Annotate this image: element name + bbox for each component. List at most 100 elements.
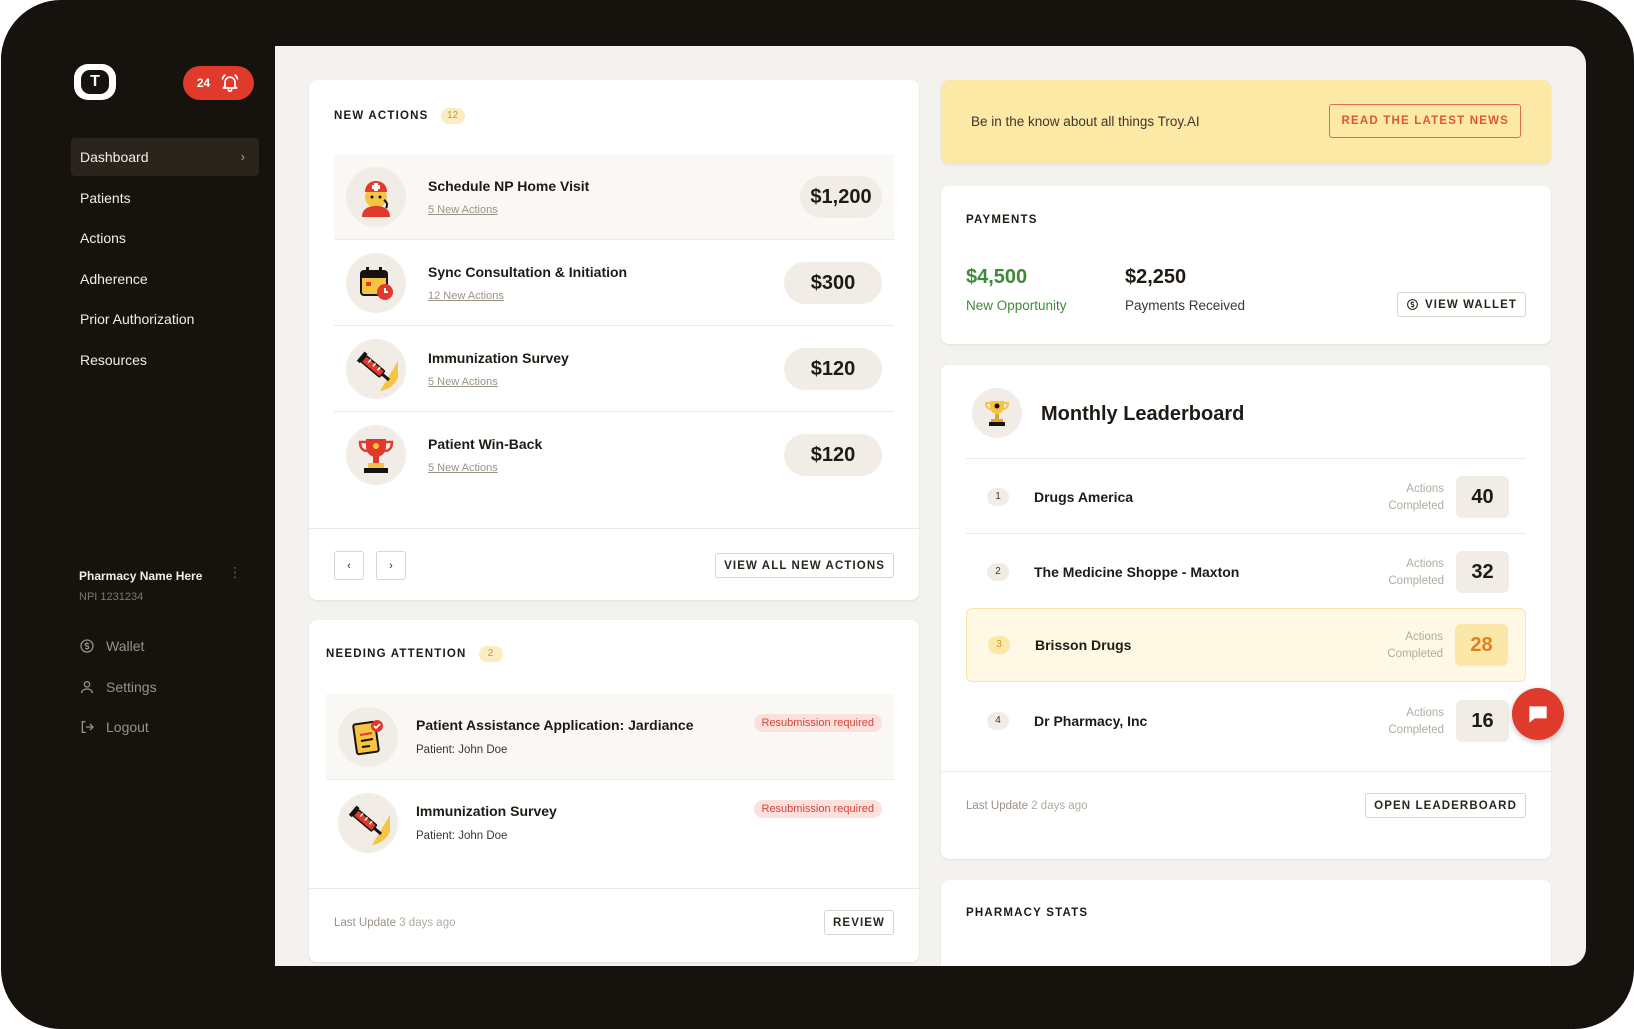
chat-icon (1529, 706, 1547, 723)
view-all-new-actions-button[interactable]: VIEW ALL NEW ACTIONS (715, 553, 894, 578)
action-count-link[interactable]: 5 New Actions (428, 376, 498, 388)
wallet-icon (80, 639, 94, 653)
leaderboard-row-highlighted[interactable]: 3 Brisson Drugs Actions Completed 28 (966, 608, 1526, 682)
leaderboard-row[interactable]: 1 Drugs America Actions Completed 40 (966, 458, 1526, 534)
score-badge: 32 (1456, 551, 1509, 593)
needing-attention-header: NEEDING ATTENTION 2 (326, 646, 503, 662)
last-update-label: Last Update (966, 800, 1029, 812)
actions-label: Actions (1405, 631, 1443, 643)
completed-label: Completed (1388, 575, 1444, 587)
chevron-right-icon: › (240, 149, 245, 164)
view-wallet-label: VIEW WALLET (1425, 298, 1517, 311)
read-latest-news-button[interactable]: READ THE LATEST NEWS (1329, 104, 1521, 138)
leaderboard-row[interactable]: 4 Dr Pharmacy, Inc Actions Completed 16 (966, 683, 1526, 759)
actions-label: Actions (1406, 558, 1444, 570)
pharmacy-name: Brisson Drugs (1035, 637, 1132, 653)
new-actions-footer: ‹ › VIEW ALL NEW ACTIONS (309, 528, 919, 600)
trophy-icon (972, 388, 1022, 438)
rank-badge: 4 (987, 712, 1009, 730)
price-pill: $120 (784, 348, 882, 390)
wallet-icon (1407, 299, 1418, 310)
nav-label: Resources (80, 351, 147, 368)
app-logo[interactable]: T (74, 64, 116, 100)
price-pill: $300 (784, 262, 882, 304)
section-title: NEEDING ATTENTION (326, 648, 467, 660)
open-leaderboard-button[interactable]: OPEN LEADERBOARD (1365, 793, 1526, 818)
document-check-icon (338, 707, 398, 767)
last-update: Last Update 2 days ago (966, 800, 1087, 812)
rank-badge: 2 (987, 563, 1009, 581)
attention-row[interactable]: Patient Assistance Application: Jardianc… (326, 694, 894, 780)
actions-completed-label: Actions Completed (1388, 556, 1444, 590)
calendar-clock-icon (346, 253, 406, 313)
attention-patient: Patient: John Doe (416, 830, 508, 842)
action-row[interactable]: Sync Consultation & Initiation 12 New Ac… (334, 240, 894, 326)
nav-item-adherence[interactable]: Adherence (71, 260, 259, 298)
payments-received-value: $2,250 (1125, 266, 1187, 288)
action-count-link[interactable]: 5 New Actions (428, 204, 498, 216)
pharmacy-info: Pharmacy Name Here NPI 1231234 ⋮ (79, 565, 249, 603)
review-button[interactable]: REVIEW (824, 910, 894, 935)
price-pill: $1,200 (800, 176, 882, 218)
actions-label: Actions (1406, 707, 1444, 719)
chat-button[interactable] (1512, 688, 1564, 740)
completed-label: Completed (1388, 724, 1444, 736)
pharmacy-name: Pharmacy Name Here (79, 569, 203, 583)
payments-card: PAYMENTS $4,500 New Opportunity $2,250 P… (941, 186, 1551, 344)
rank-badge: 3 (988, 636, 1010, 654)
pharmacy-stats-card: PHARMACY STATS (941, 880, 1551, 966)
nav-item-prior-authorization[interactable]: Prior Authorization (71, 300, 259, 338)
account-nav: Wallet Settings Logout (79, 626, 249, 748)
nav-label: Settings (106, 678, 157, 695)
pharmacy-npi: NPI 1231234 (79, 591, 144, 603)
syringe-icon (338, 793, 398, 853)
leaderboard-card: Monthly Leaderboard 1 Drugs America Acti… (941, 365, 1551, 859)
action-row[interactable]: Immunization Survey 5 New Actions $120 (334, 326, 894, 412)
notifications-count: 24 (196, 76, 211, 90)
payments-received-label: Payments Received (1125, 298, 1246, 313)
actions-completed-label: Actions Completed (1388, 705, 1444, 739)
syringe-icon (346, 339, 406, 399)
nav-item-resources[interactable]: Resources (71, 341, 259, 379)
action-count-link[interactable]: 12 New Actions (428, 290, 504, 302)
nav-item-wallet[interactable]: Wallet (79, 626, 249, 667)
attention-patient: Patient: John Doe (416, 744, 508, 756)
logo-letter: T (81, 70, 109, 94)
prev-page-button[interactable]: ‹ (334, 551, 364, 580)
action-count-link[interactable]: 5 New Actions (428, 462, 498, 474)
view-wallet-button[interactable]: VIEW WALLET (1397, 292, 1526, 317)
user-icon (81, 680, 93, 693)
action-row[interactable]: Patient Win-Back 5 New Actions $120 (334, 412, 894, 498)
completed-label: Completed (1387, 648, 1443, 660)
last-update-value: 2 days ago (1031, 800, 1088, 812)
more-vertical-icon[interactable]: ⋮ (228, 565, 242, 579)
count-badge: 12 (440, 108, 465, 124)
new-opportunity-label: New Opportunity (966, 298, 1067, 313)
needing-attention-footer: Last Update 3 days ago REVIEW (309, 888, 919, 962)
needing-attention-card: NEEDING ATTENTION 2 Patient Assistance A… (309, 620, 919, 962)
nav-item-dashboard[interactable]: Dashboard › (71, 138, 259, 176)
nav-label: Logout (106, 719, 149, 736)
last-update: Last Update 3 days ago (334, 917, 455, 929)
nav-item-patients[interactable]: Patients (71, 179, 259, 217)
nav-label: Dashboard (80, 149, 149, 165)
nav-item-logout[interactable]: Logout (79, 707, 249, 748)
status-badge: Resubmission required (753, 714, 882, 732)
actions-completed-label: Actions Completed (1387, 629, 1443, 663)
nav-label: Actions (80, 230, 126, 246)
section-title: NEW ACTIONS (334, 110, 429, 122)
nav-item-settings[interactable]: Settings (79, 667, 249, 708)
action-row[interactable]: Schedule NP Home Visit 5 New Actions $1,… (334, 154, 894, 240)
nav-item-actions[interactable]: Actions (71, 219, 259, 257)
sidebar: T 24 Dashboard › Patients Actions Adhere… (1, 46, 275, 966)
actions-completed-label: Actions Completed (1388, 481, 1444, 515)
attention-row[interactable]: Immunization Survey Patient: John Doe Re… (326, 780, 894, 866)
next-page-button[interactable]: › (376, 551, 406, 580)
leaderboard-row[interactable]: 2 The Medicine Shoppe - Maxton Actions Co… (966, 533, 1526, 609)
notifications-button[interactable]: 24 (183, 66, 254, 100)
leaderboard-title: Monthly Leaderboard (1041, 403, 1245, 425)
attention-title: Patient Assistance Application: Jardianc… (416, 717, 694, 733)
nav-label: Patients (80, 189, 131, 206)
price-pill: $120 (784, 434, 882, 476)
news-text: Be in the know about all things Troy.AI (971, 114, 1200, 129)
